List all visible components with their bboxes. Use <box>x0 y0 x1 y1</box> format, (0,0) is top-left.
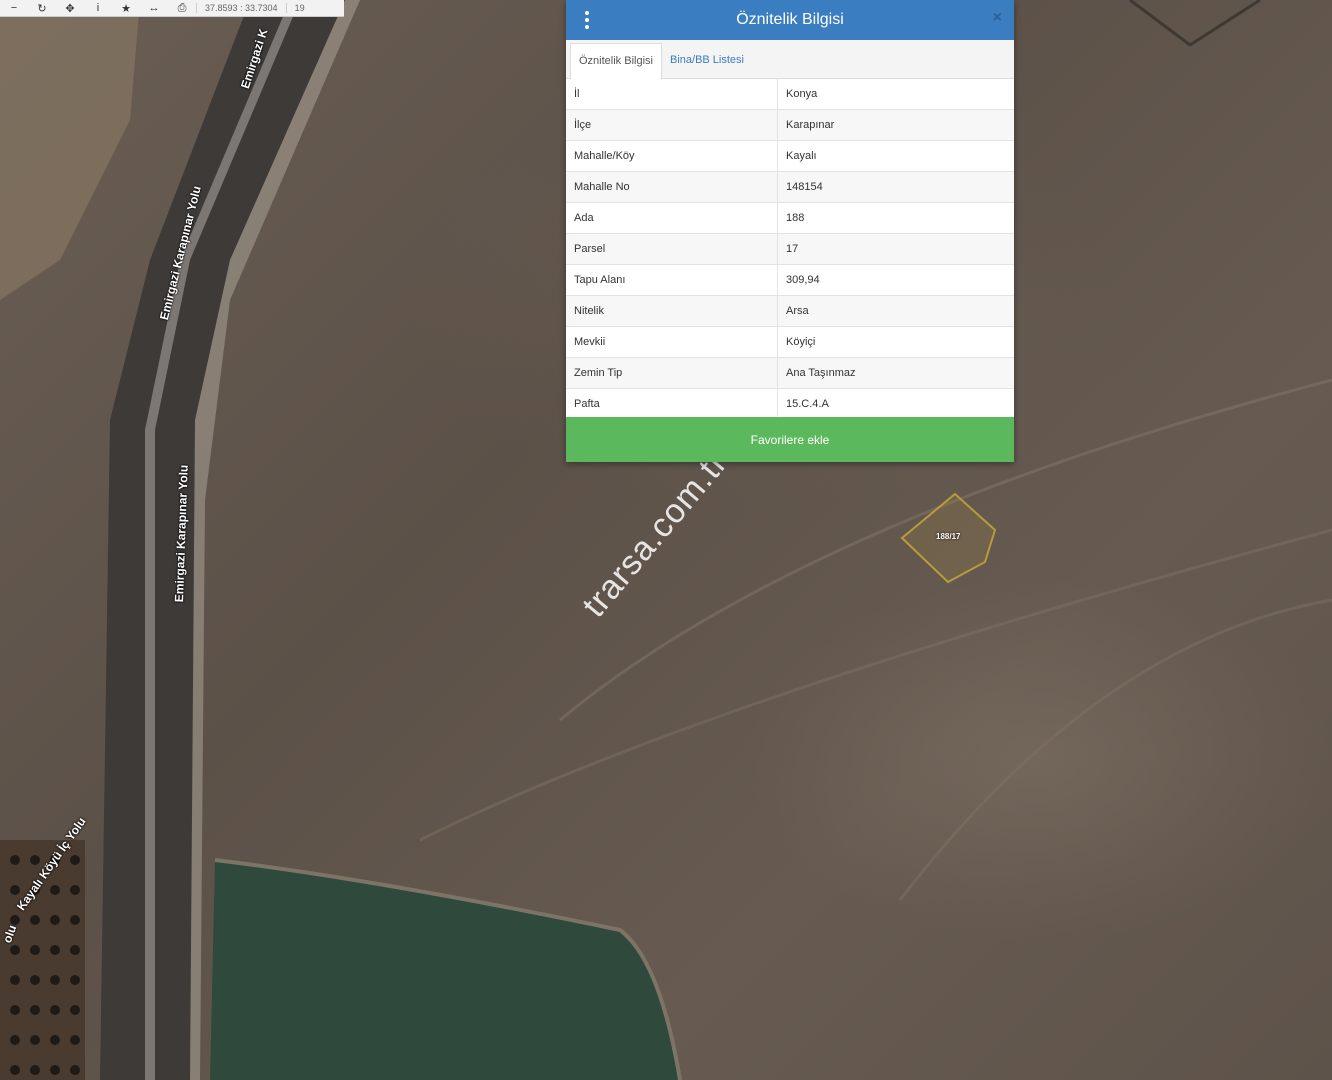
attr-key: Tapu Alanı <box>566 264 778 296</box>
table-row: Pafta 15.C.4.A <box>566 388 1014 420</box>
panel-header: Öznitelik Bilgisi × <box>566 0 1014 40</box>
panel-tabs: Öznitelik Bilgisi Bina/BB Listesi <box>566 40 1014 80</box>
attr-value: Arsa <box>777 295 1014 327</box>
table-row: Nitelik Arsa <box>566 295 1014 327</box>
attr-value: 15.C.4.A <box>777 388 1014 420</box>
attr-key: Parsel <box>566 233 778 265</box>
attr-value: 148154 <box>777 171 1014 203</box>
table-row: Mahalle No 148154 <box>566 171 1014 203</box>
table-row: Zemin Tip Ana Taşınmaz <box>566 357 1014 389</box>
attr-value: 17 <box>777 233 1014 265</box>
coordinate-readout: 37.8593 : 33.7304 <box>196 3 286 13</box>
attr-value: Karapınar <box>777 109 1014 141</box>
table-row: Mahalle/Köy Kayalı <box>566 140 1014 172</box>
close-icon[interactable]: × <box>993 9 1002 27</box>
move-icon[interactable]: ✥ <box>56 0 84 16</box>
table-row: Tapu Alanı 309,94 <box>566 264 1014 296</box>
tab-attribute-info[interactable]: Öznitelik Bilgisi <box>570 43 662 80</box>
attr-value: Ana Taşınmaz <box>777 357 1014 389</box>
print-icon[interactable]: ⎙ <box>168 0 196 16</box>
panel-title: Öznitelik Bilgisi <box>736 11 844 28</box>
parcel-label: 188/17 <box>936 532 961 541</box>
map-toolbar: − ↻ ✥ i ★ ↔ ⎙ 37.8593 : 33.7304 19 <box>0 0 344 17</box>
table-row: Ada 188 <box>566 202 1014 234</box>
attr-value: Konya <box>777 79 1014 110</box>
attr-key: Nitelik <box>566 295 778 327</box>
attr-key: Mevkii <box>566 326 778 358</box>
tab-building-list[interactable]: Bina/BB Listesi <box>662 43 752 78</box>
attr-key: Ada <box>566 202 778 234</box>
table-row: Parsel 17 <box>566 233 1014 265</box>
attr-key: Pafta <box>566 388 778 420</box>
attribute-table: İl Konya İlçe Karapınar Mahalle/Köy Kayalı … <box>566 79 1014 420</box>
attr-value: 188 <box>777 202 1014 234</box>
star-icon[interactable]: ★ <box>112 0 140 16</box>
attr-key: Zemin Tip <box>566 357 778 389</box>
table-row: İl Konya <box>566 79 1014 110</box>
add-favorite-button[interactable]: Favorilere ekle <box>566 417 1014 462</box>
table-row: İlçe Karapınar <box>566 109 1014 141</box>
attr-key: Mahalle No <box>566 171 778 203</box>
measure-icon[interactable]: ↔ <box>140 0 168 16</box>
attr-key: İl <box>566 79 778 110</box>
info-icon[interactable]: i <box>84 0 112 16</box>
minus-icon[interactable]: − <box>0 0 28 16</box>
attr-key: Mahalle/Köy <box>566 140 778 172</box>
attr-value: Köyiçi <box>777 326 1014 358</box>
attribute-panel: Öznitelik Bilgisi × Öznitelik Bilgisi Bi… <box>566 0 1014 462</box>
refresh-icon[interactable]: ↻ <box>28 0 56 16</box>
attr-value: Kayalı <box>777 140 1014 172</box>
table-row: Mevkii Köyiçi <box>566 326 1014 358</box>
zoom-level: 19 <box>285 3 313 13</box>
attr-value: 309,94 <box>777 264 1014 296</box>
attr-key: İlçe <box>566 109 778 141</box>
menu-icon[interactable] <box>582 10 592 30</box>
